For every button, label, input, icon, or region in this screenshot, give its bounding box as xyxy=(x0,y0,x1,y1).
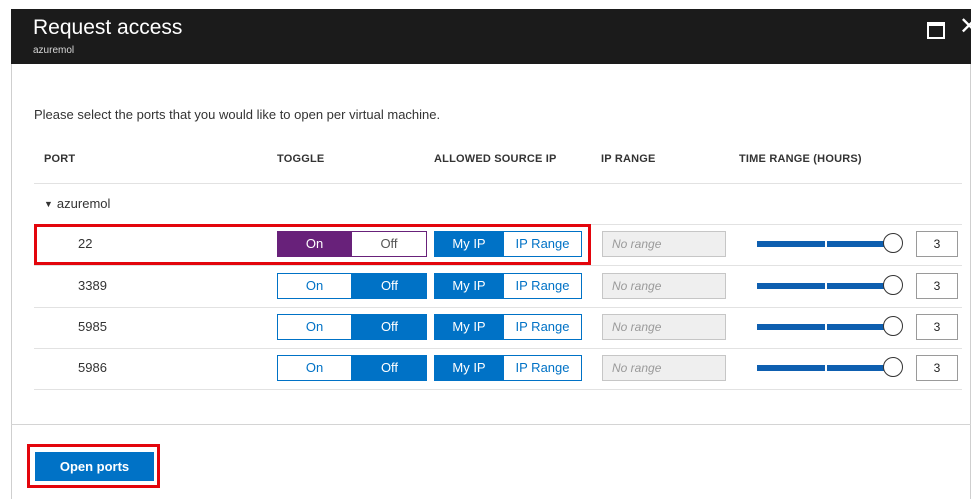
ip-range-option[interactable]: IP Range xyxy=(504,314,582,340)
allowed-source-ip-toggle[interactable]: My IP IP Range xyxy=(434,231,582,257)
time-range-slider[interactable] xyxy=(757,274,911,298)
column-header-toggle: TOGGLE xyxy=(277,153,325,165)
footer-divider xyxy=(11,424,971,425)
slider-thumb[interactable] xyxy=(883,233,903,253)
port-number: 5985 xyxy=(78,319,107,334)
slider-tick xyxy=(825,323,827,331)
panel-border-right xyxy=(970,64,971,499)
port-toggle[interactable]: On Off xyxy=(277,273,427,299)
allowed-source-ip-toggle[interactable]: My IP IP Range xyxy=(434,273,582,299)
hours-input[interactable]: 3 xyxy=(916,231,958,257)
toggle-off-option[interactable]: Off xyxy=(352,231,427,257)
port-number: 22 xyxy=(78,236,93,251)
vm-group-toggle[interactable]: ▼ azuremol xyxy=(44,196,110,211)
my-ip-option[interactable]: My IP xyxy=(434,314,504,340)
intro-text: Please select the ports that you would l… xyxy=(34,107,441,122)
port-number: 5986 xyxy=(78,360,107,375)
column-header-time-range: TIME RANGE (HOURS) xyxy=(739,153,862,165)
panel-border-left xyxy=(11,64,12,499)
table-row: 5986 On Off My IP IP Range No range 3 xyxy=(34,348,962,389)
maximize-icon[interactable] xyxy=(927,22,945,39)
toggle-off-option[interactable]: Off xyxy=(352,273,427,299)
time-range-slider[interactable] xyxy=(757,356,911,380)
toggle-on-option[interactable]: On xyxy=(277,273,352,299)
my-ip-option[interactable]: My IP xyxy=(434,355,504,381)
time-range-slider[interactable] xyxy=(757,232,911,256)
table-row: 5985 On Off My IP IP Range No range 3 xyxy=(34,307,962,348)
slider-thumb[interactable] xyxy=(883,357,903,377)
table-row: 22 On Off My IP IP Range No range 3 xyxy=(34,224,962,265)
ip-range-option[interactable]: IP Range xyxy=(504,231,582,257)
ip-range-field[interactable]: No range xyxy=(602,355,726,381)
slider-tick xyxy=(825,364,827,372)
toggle-on-option[interactable]: On xyxy=(277,355,352,381)
slider-thumb[interactable] xyxy=(883,275,903,295)
port-toggle[interactable]: On Off xyxy=(277,314,427,340)
port-number: 3389 xyxy=(78,278,107,293)
toggle-on-option[interactable]: On xyxy=(277,314,352,340)
slider-thumb[interactable] xyxy=(883,316,903,336)
port-toggle[interactable]: On Off xyxy=(277,355,427,381)
column-header-ip-range: IP RANGE xyxy=(601,153,656,165)
ip-range-field[interactable]: No range xyxy=(602,231,726,257)
my-ip-option[interactable]: My IP xyxy=(434,273,504,299)
time-range-slider[interactable] xyxy=(757,315,911,339)
toggle-off-option[interactable]: Off xyxy=(352,314,427,340)
allowed-source-ip-toggle[interactable]: My IP IP Range xyxy=(434,314,582,340)
vm-group-name: azuremol xyxy=(56,196,111,211)
toggle-off-option[interactable]: Off xyxy=(352,355,427,381)
window-subtitle: azuremol xyxy=(33,45,75,56)
column-header-port: PORT xyxy=(44,153,76,165)
header-divider xyxy=(34,183,962,184)
caret-down-icon: ▼ xyxy=(44,199,53,209)
ip-range-option[interactable]: IP Range xyxy=(504,273,582,299)
window-title: Request access xyxy=(33,16,183,39)
ip-range-field[interactable]: No range xyxy=(602,273,726,299)
hours-input[interactable]: 3 xyxy=(916,314,958,340)
slider-tick xyxy=(825,282,827,290)
open-ports-button[interactable]: Open ports xyxy=(35,452,154,481)
allowed-source-ip-toggle[interactable]: My IP IP Range xyxy=(434,355,582,381)
table-row: 3389 On Off My IP IP Range No range 3 xyxy=(34,266,962,307)
hours-input[interactable]: 3 xyxy=(916,273,958,299)
column-header-allowed-source-ip: ALLOWED SOURCE IP xyxy=(434,153,557,165)
ip-range-field[interactable]: No range xyxy=(602,314,726,340)
slider-tick xyxy=(825,240,827,248)
close-icon[interactable]: ✕ xyxy=(959,15,979,39)
toggle-on-option[interactable]: On xyxy=(277,231,352,257)
hours-input[interactable]: 3 xyxy=(916,355,958,381)
port-toggle[interactable]: On Off xyxy=(277,231,427,257)
ip-range-option[interactable]: IP Range xyxy=(504,355,582,381)
my-ip-option[interactable]: My IP xyxy=(434,231,504,257)
title-bar: Request access azuremol ✕ xyxy=(11,9,979,64)
row-divider xyxy=(34,389,962,390)
